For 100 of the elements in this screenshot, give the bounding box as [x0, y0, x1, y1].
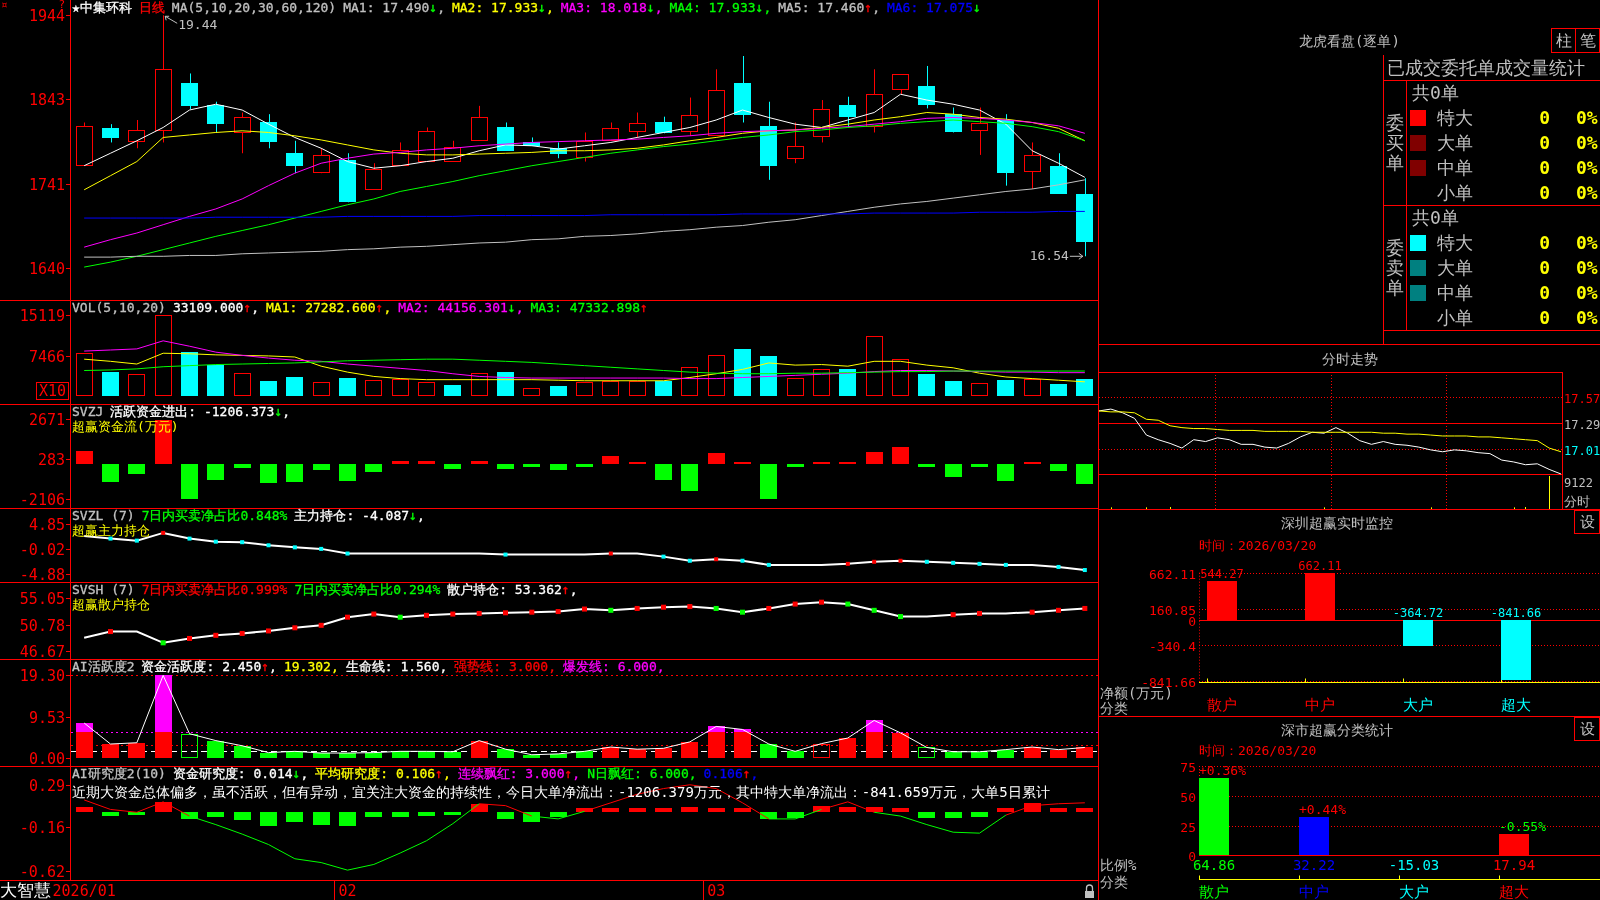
research-bar	[760, 812, 777, 819]
axis-title: 分类	[1100, 874, 1128, 890]
value-label: -364.72	[1392, 606, 1444, 621]
fund-flow-bar	[207, 464, 224, 480]
view-toggle-button[interactable]: 柱	[1551, 28, 1576, 53]
legend-text: ★中集环科	[72, 1, 132, 15]
trend-marker	[161, 530, 166, 535]
fund-flow-bar	[234, 464, 251, 468]
research-bar	[602, 808, 619, 812]
value-label: -15.03	[1388, 857, 1440, 873]
legend-text: 7日内买卖净占比0.999%	[141, 583, 288, 597]
research-bar	[918, 812, 935, 818]
candle	[971, 107, 988, 156]
research-bar	[128, 812, 145, 815]
axis-label: 50.78	[19, 616, 65, 635]
axis-label: 0.29	[28, 776, 65, 795]
legend-text: 7日内买卖净占比0.848%	[141, 509, 288, 523]
axis-label: 55.05	[19, 589, 65, 608]
volume-bar	[1024, 379, 1041, 396]
fund-flow-bar	[918, 464, 935, 467]
candle	[629, 112, 646, 138]
order-share: 0%	[1576, 232, 1599, 255]
category-label: 中户	[1305, 696, 1335, 714]
trend-marker	[924, 559, 929, 564]
research-bar	[234, 812, 251, 820]
trend-marker	[503, 552, 508, 557]
fund-flow-bar	[128, 464, 145, 474]
fund-flow-bar	[655, 464, 672, 480]
candle	[945, 107, 962, 133]
date-label: 03	[707, 882, 726, 900]
trend-marker	[661, 554, 666, 559]
view-toggle-button[interactable]: 笔	[1575, 28, 1600, 53]
research-bar	[181, 812, 198, 819]
timestamp: 时间：2026/03/20	[1199, 537, 1317, 554]
research-bar	[576, 808, 593, 812]
research-bar	[1076, 808, 1093, 812]
legend-text: SVZJ	[72, 405, 104, 419]
candle	[787, 122, 804, 164]
trend-marker	[845, 561, 850, 566]
volume-bar	[813, 369, 830, 396]
order-size-label: 大单	[1437, 132, 1473, 154]
volume-bar	[760, 356, 777, 396]
research-bar	[76, 807, 93, 812]
candle	[286, 140, 303, 174]
candle	[471, 105, 488, 142]
trend-marker	[187, 536, 192, 541]
candle	[813, 99, 830, 143]
trend-marker	[1029, 609, 1035, 615]
annotation: 16.54	[1029, 248, 1069, 264]
research-bar	[102, 812, 119, 816]
volume-bar	[1050, 384, 1067, 396]
change-label: +0.36%	[1199, 763, 1246, 779]
timestamp: 时间：2026/03/20	[1199, 742, 1317, 759]
trend-marker	[266, 543, 271, 548]
legend-text: 主力持仓: -4.087↓,	[294, 509, 425, 523]
research-bar	[260, 812, 277, 826]
trend-marker	[424, 612, 429, 618]
trend-marker	[740, 609, 745, 615]
candle	[523, 136, 540, 147]
volume-bar	[128, 374, 145, 396]
fund-flow-bar	[787, 464, 804, 467]
research-bar	[444, 812, 461, 815]
group-label: 委买单	[1386, 113, 1404, 173]
trend-marker	[476, 610, 482, 616]
volume-bar	[497, 372, 514, 396]
settings-button[interactable]: 设	[1574, 510, 1600, 534]
fund-flow-bar	[392, 461, 409, 464]
settings-button[interactable]: 设	[1574, 717, 1600, 741]
research-bar	[787, 812, 804, 818]
trend-marker	[319, 546, 324, 551]
volume-bar	[681, 367, 698, 396]
trend-marker	[266, 628, 271, 634]
order-count: 0	[1539, 181, 1550, 204]
legend-text: 爆发线: 6.000,	[563, 660, 665, 674]
legend-text: 资金研究度: 0.014↓,	[172, 767, 309, 781]
trend-marker	[766, 605, 772, 611]
legend-text: MA1: 17.490↓,	[343, 1, 445, 15]
fund-flow-bar	[471, 461, 488, 464]
trend-marker	[292, 625, 298, 631]
legend-text: 0.106↑,	[703, 767, 759, 781]
candle	[892, 73, 909, 95]
research-bar	[523, 812, 540, 822]
volume-bar	[629, 381, 646, 396]
volume-bar	[102, 372, 119, 396]
trend-marker	[555, 609, 561, 615]
trend-marker	[345, 551, 350, 556]
volume-bar	[76, 353, 93, 396]
order-count: 0	[1539, 257, 1550, 279]
order-size-label: 大单	[1437, 257, 1473, 279]
legend-text: AI活跃度2	[72, 660, 135, 674]
axis-label: 1843	[28, 90, 65, 109]
research-bar	[471, 804, 488, 812]
axis-label: -0.02	[19, 540, 65, 559]
fund-flow-bar	[260, 464, 277, 483]
fund-flow-bar	[444, 464, 461, 469]
trend-marker	[898, 614, 903, 620]
research-bar	[1050, 808, 1067, 812]
legend-text: MA4: 17.933↓,	[669, 1, 772, 15]
axis-label: 46.67	[19, 642, 65, 659]
candle	[418, 127, 435, 163]
